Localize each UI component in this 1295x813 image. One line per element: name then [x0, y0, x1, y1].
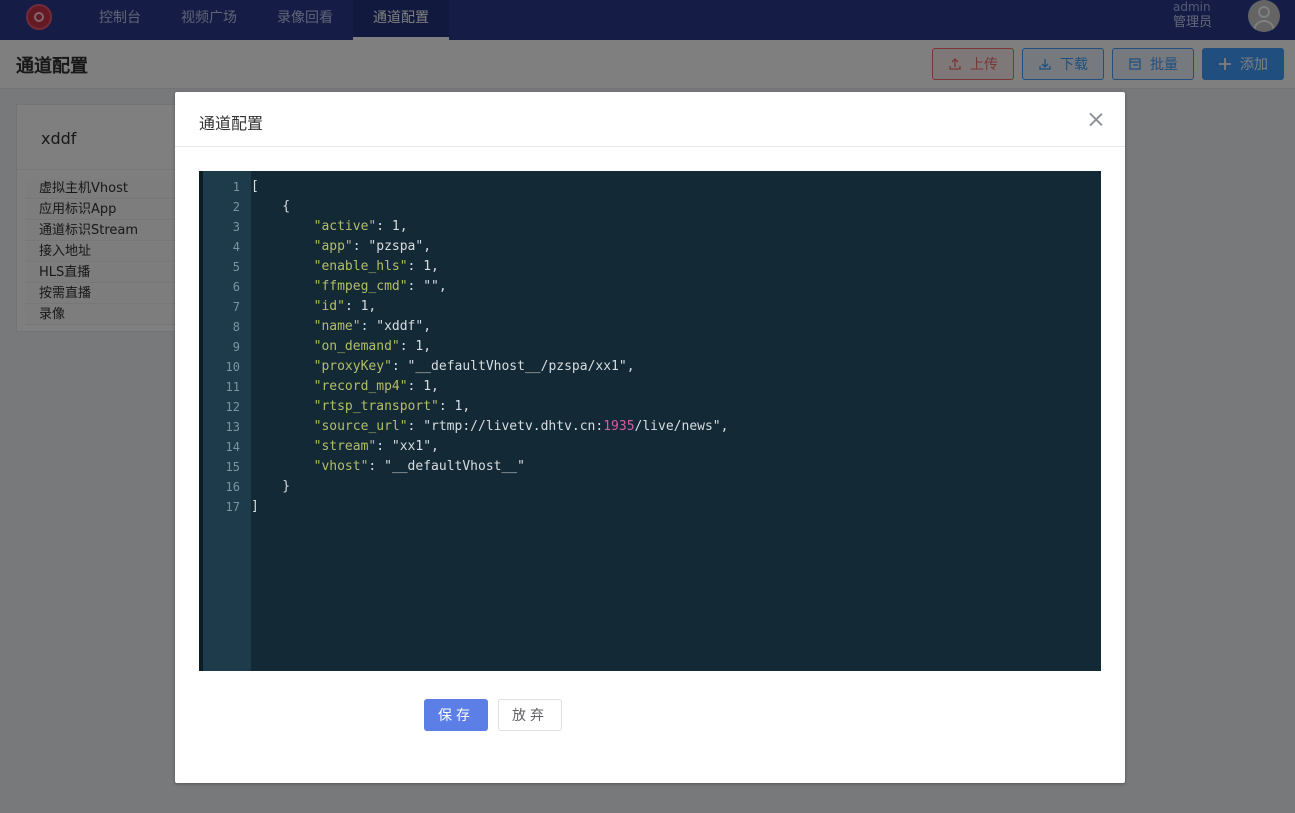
code-line: 14 "stream": "xx1",	[199, 437, 1101, 457]
code-text: "proxyKey": "__defaultVhost__/pzspa/xx1"…	[313, 359, 635, 374]
code-line: 11 "record_mp4": 1,	[199, 377, 1101, 397]
code-text: "name": "xddf",	[313, 319, 432, 334]
code-line: 9 "on_demand": 1,	[199, 337, 1101, 357]
code-line: 15 "vhost": "__defaultVhost__"	[199, 457, 1101, 477]
code-text: ]	[251, 499, 259, 514]
line-number: 9	[232, 340, 240, 354]
code-text: "id": 1,	[313, 299, 377, 314]
code-text: }	[251, 479, 291, 494]
line-number: 16	[225, 480, 240, 494]
line-number: 1	[232, 180, 240, 194]
code-line: 1[	[199, 177, 1101, 197]
code-line: 12 "rtsp_transport": 1,	[199, 397, 1101, 417]
divider	[175, 146, 1125, 147]
code-text: "stream": "xx1",	[313, 439, 439, 454]
code-line: 8 "name": "xddf",	[199, 317, 1101, 337]
line-number: 13	[225, 420, 240, 434]
cancel-button[interactable]: 放弃	[498, 699, 562, 731]
line-number: 11	[225, 380, 240, 394]
save-button[interactable]: 保存	[424, 699, 488, 731]
code-text: {	[251, 199, 291, 214]
code-text: "app": "pzspa",	[313, 239, 432, 254]
code-line: 6 "ffmpeg_cmd": "",	[199, 277, 1101, 297]
line-number: 15	[225, 460, 240, 474]
channel-config-dialog: 通道配置 1[2 {3 "active": 1, 4 "app": "pzspa"…	[175, 92, 1125, 783]
line-number: 12	[225, 400, 240, 414]
line-number: 7	[232, 300, 240, 314]
code-line: 3 "active": 1,	[199, 217, 1101, 237]
code-text: "on_demand": 1,	[313, 339, 432, 354]
code-text: [	[251, 179, 259, 194]
line-number: 3	[232, 220, 240, 234]
code-text: "source_url": "rtmp://livetv.dhtv.cn:193…	[313, 419, 729, 434]
code-line: 4 "app": "pzspa",	[199, 237, 1101, 257]
code-line: 16 }	[199, 477, 1101, 497]
line-number: 2	[232, 200, 240, 214]
line-number: 6	[232, 280, 240, 294]
code-text: "rtsp_transport": 1,	[313, 399, 471, 414]
line-number: 8	[232, 320, 240, 334]
close-icon[interactable]	[1087, 110, 1105, 128]
code-text: "enable_hls": 1,	[313, 259, 439, 274]
code-content[interactable]: 1[2 {3 "active": 1, 4 "app": "pzspa", 5 "e…	[199, 177, 1101, 517]
code-text: "ffmpeg_cmd": "",	[313, 279, 447, 294]
dialog-title: 通道配置	[199, 114, 264, 133]
code-text: "record_mp4": 1,	[313, 379, 439, 394]
line-number: 10	[225, 360, 240, 374]
code-line: 17]	[199, 497, 1101, 517]
code-line: 13 "source_url": "rtmp://livetv.dhtv.cn:…	[199, 417, 1101, 437]
line-number: 5	[232, 260, 240, 274]
code-line: 5 "enable_hls": 1,	[199, 257, 1101, 277]
line-number: 17	[225, 500, 240, 514]
json-code-editor[interactable]: 1[2 {3 "active": 1, 4 "app": "pzspa", 5 "e…	[199, 171, 1101, 671]
line-number: 14	[225, 440, 240, 454]
code-line: 7 "id": 1,	[199, 297, 1101, 317]
code-line: 2 {	[199, 197, 1101, 217]
code-text: "vhost": "__defaultVhost__"	[313, 459, 525, 474]
code-line: 10 "proxyKey": "__defaultVhost__/pzspa/x…	[199, 357, 1101, 377]
line-number: 4	[232, 240, 240, 254]
code-text: "active": 1,	[313, 219, 408, 234]
